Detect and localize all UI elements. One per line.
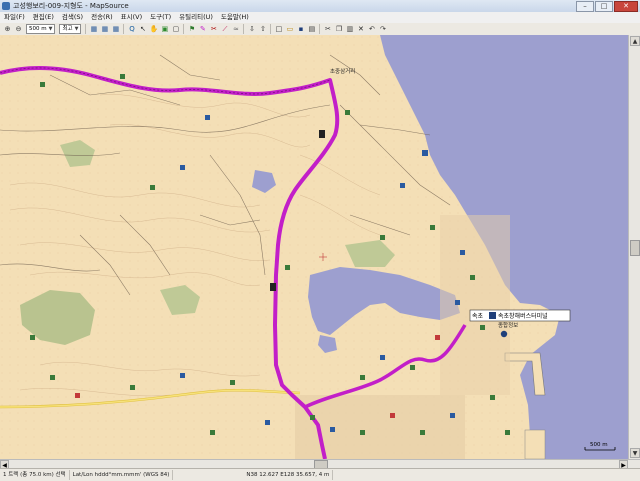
status-coordinates: N38 12.627 E128 35.657, 4 m <box>243 470 334 480</box>
copy-icon[interactable]: ❐ <box>334 25 343 34</box>
profile-tool-icon[interactable]: ≈ <box>231 25 240 34</box>
town-area <box>440 215 510 395</box>
track-tool-icon[interactable]: ✂ <box>209 25 218 34</box>
map-product-3-icon[interactable]: ▦ <box>111 25 120 34</box>
maximize-button[interactable]: □ <box>595 1 613 12</box>
scroll-up-icon[interactable]: ▲ <box>630 36 640 46</box>
scroll-down-icon[interactable]: ▼ <box>630 448 640 458</box>
status-position-format: Lat/Lon hddd°mm.mmm' (WGS 84) <box>70 470 174 480</box>
save-file-icon[interactable]: ▪ <box>296 25 305 34</box>
zoom-tool-icon[interactable]: Q <box>127 25 136 34</box>
menu-view[interactable]: 표시(V) <box>117 12 146 23</box>
menu-utility[interactable]: 유틸리티(U) <box>175 12 217 23</box>
zoom-select-value: 500 m <box>29 26 47 32</box>
paste-icon[interactable]: ▥ <box>345 25 354 34</box>
map-tool-icon[interactable]: ▣ <box>160 25 169 34</box>
status-bar: 1 트랙 (총 75.0 km) 선택 Lat/Lon hddd°mm.mmm'… <box>0 468 640 481</box>
receive-from-device-icon[interactable]: ⇩ <box>247 25 256 34</box>
minimize-button[interactable]: – <box>576 1 594 12</box>
menu-help[interactable]: 도움말(H) <box>217 12 253 23</box>
intersection-label: 초중삼거리 <box>330 67 355 75</box>
zoom-out-icon[interactable]: ⊖ <box>14 25 23 34</box>
cut-icon[interactable]: ✂ <box>323 25 332 34</box>
print-icon[interactable]: ▤ <box>307 25 316 34</box>
menu-search[interactable]: 검색(S) <box>58 12 87 23</box>
new-file-icon[interactable]: □ <box>274 25 283 34</box>
select-tool-icon[interactable]: ↖ <box>138 25 147 34</box>
app-icon <box>2 2 10 10</box>
zoom-select[interactable]: 500 m ▼ <box>26 24 56 34</box>
measure-tool-icon[interactable]: ⟋ <box>220 25 229 34</box>
bus-icon <box>489 312 496 319</box>
map-product-icon[interactable]: ▦ <box>89 25 98 34</box>
bus-terminal-sublabel: 종합정보 <box>498 321 518 329</box>
detail-select[interactable]: 최고 ▼ <box>59 24 82 34</box>
status-route-info: 1 트랙 (총 75.0 km) 선택 <box>0 470 70 480</box>
zoom-in-icon[interactable]: ⊕ <box>3 25 12 34</box>
close-button[interactable]: ✕ <box>614 1 638 12</box>
waypoint-flag-icon[interactable]: ⚑ <box>187 25 196 34</box>
send-to-device-icon[interactable]: ⇧ <box>258 25 267 34</box>
callout-left-label: 속초 <box>472 312 484 320</box>
undo-icon[interactable]: ↶ <box>367 25 376 34</box>
route-tool-icon[interactable]: ✎ <box>198 25 207 34</box>
delete-icon[interactable]: ✕ <box>356 25 365 34</box>
redo-icon[interactable]: ↷ <box>378 25 387 34</box>
selection-box-icon[interactable]: ▢ <box>171 25 180 34</box>
open-file-icon[interactable]: ▭ <box>285 25 294 34</box>
vertical-scrollbar[interactable]: ▲ ▼ <box>628 35 640 459</box>
chevron-down-icon: ▼ <box>48 26 53 32</box>
vertical-scroll-thumb[interactable] <box>630 240 640 256</box>
bus-stop-icon <box>500 330 508 338</box>
map-view[interactable]: 속초 속초창해버스터미널 종합정보 초중삼거리 500 m <box>0 35 640 459</box>
map-product-2-icon[interactable]: ▦ <box>100 25 109 34</box>
hand-tool-icon[interactable]: ✋ <box>149 25 159 34</box>
detail-select-value: 최고 <box>62 26 73 32</box>
menu-file[interactable]: 파일(F) <box>0 12 29 23</box>
bus-terminal-label: 속초창해버스터미널 <box>498 312 548 320</box>
menu-transfer[interactable]: 전송(R) <box>87 12 117 23</box>
chevron-down-icon: ▼ <box>74 26 79 32</box>
menu-tools[interactable]: 도구(T) <box>146 12 175 23</box>
breakwater <box>524 429 546 459</box>
window-title: 고성행보리-009-지형도 - MapSource <box>13 2 129 10</box>
town-area <box>295 395 465 459</box>
scale-label: 500 m <box>590 442 608 448</box>
map-canvas[interactable]: 속초 속초창해버스터미널 종합정보 초중삼거리 500 m <box>0 35 628 459</box>
menu-edit[interactable]: 편집(E) <box>29 12 58 23</box>
